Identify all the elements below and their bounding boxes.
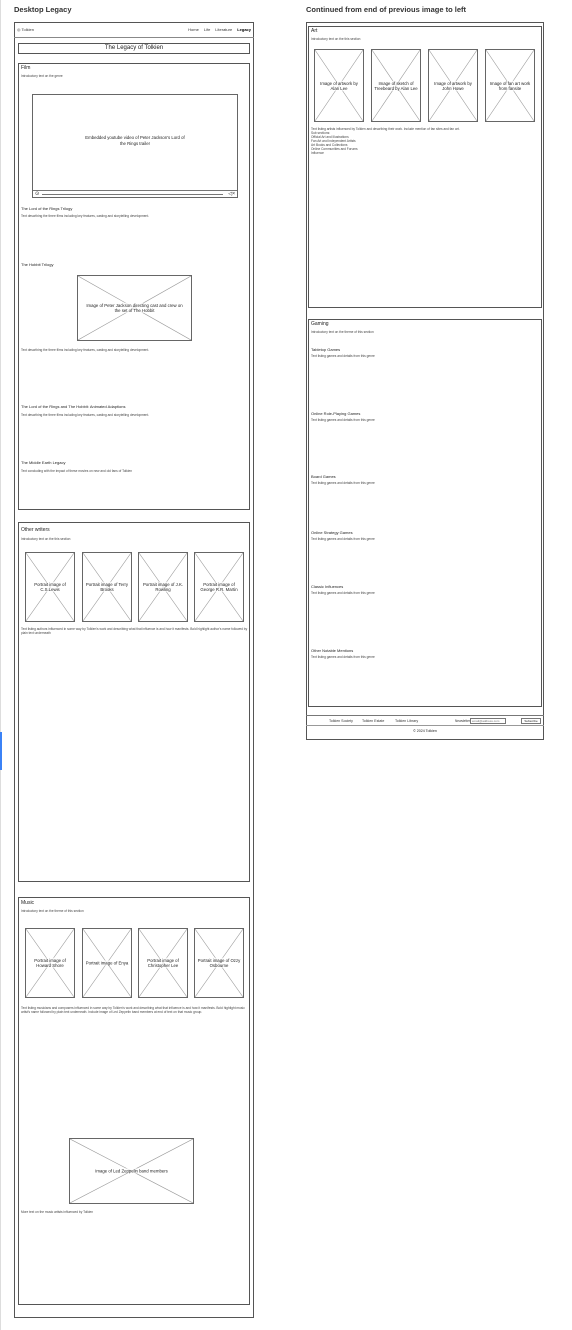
music-portrait: Portrait image of Enya [82, 928, 132, 998]
nav-bar: ◎ Tolkien Home Life Literature Legacy [14, 22, 254, 38]
legacy-text: Text concluding with the impact of these… [21, 469, 133, 473]
art-image: Image of sketch of Treebeard by Alan Lee [371, 49, 421, 122]
nav-links: Home Life Literature Legacy [183, 27, 251, 32]
music-intro: Introductory text on the theme of this s… [21, 909, 84, 913]
gaming-heading: Online Strategy Games [311, 530, 353, 535]
animated-heading: The Lord of the Rings and The Hobbit: An… [21, 404, 126, 409]
gaming-title: Gaming [311, 321, 329, 327]
newsletter-label: Newsletter [455, 719, 471, 723]
page-title: The Legacy of Tolkien [18, 43, 250, 54]
hobbit-heading: The Hobbit Trilogy [21, 262, 54, 267]
gaming-heading: Online Role-Playing Games [311, 411, 361, 416]
art-image-label: Image of artwork by John Howe [429, 80, 477, 91]
film-title: Film [21, 65, 31, 71]
footer-bar: Tolkien Society Tolkien Estate Tolkien L… [306, 715, 544, 726]
music-portrait: Portrait image of Ozzy Osbourne [194, 928, 244, 998]
hobbit-image-label: Image of Peter Jackson directing cast an… [78, 302, 191, 314]
gaming-heading: Other Notable Mentions [311, 648, 354, 653]
gaming-heading: Classic Influences [311, 584, 344, 589]
art-image-label: Image of sketch of Treebeard by Alan Lee [372, 80, 420, 91]
writer-portrait: Portrait image of Terry Brooks [82, 552, 132, 622]
art-section: Art Introductory text on the this sectio… [308, 26, 542, 308]
writers-text: Text listing authors influenced in some … [21, 627, 248, 635]
lotr-heading: The Lord of the Rings Trilogy [21, 206, 73, 211]
continued-heading: Continued from end of previous image to … [306, 5, 467, 14]
art-text-line: Influence [311, 151, 324, 155]
gaming-text: Text listing games and details from this… [311, 418, 375, 422]
legacy-heading: The Middle Earth Legacy [21, 460, 66, 465]
gaming-section: Gaming Introductory text on the theme of… [308, 319, 542, 707]
gaming-heading: Tabletop Games [311, 347, 341, 352]
newsletter-email-input[interactable] [470, 718, 506, 724]
nav-link-literature[interactable]: Literature [215, 27, 232, 32]
writer-portrait: Portrait image of C.S.Lewis [25, 552, 75, 622]
writer-portrait-label: Portrait image of Terry Brooks [83, 581, 131, 593]
music-more-text: More text on the music artists influence… [21, 1210, 94, 1214]
selection-indicator [0, 732, 2, 770]
music-title: Music [21, 900, 35, 906]
writer-portrait-label: Portrait image of George R.R. Martin [195, 581, 243, 593]
gaming-intro: Introductory text on the theme of this s… [311, 330, 374, 334]
footer-link-tolkien-library[interactable]: Tolkien Library [395, 719, 418, 724]
art-text: Text listing artists influenced by Tolki… [311, 127, 539, 155]
volume-icon[interactable]: ◁× [228, 191, 235, 197]
music-portrait: Portrait image of Christopher Lee [138, 928, 188, 998]
writer-portrait: Portrait image of George R.R. Martin [194, 552, 244, 622]
music-section: Music Introductory text on the theme of … [18, 897, 250, 1305]
play-icon[interactable]: ⊙ [35, 191, 39, 197]
copyright: © 2024 Tolkien [413, 729, 437, 733]
logo-icon: ◎ [17, 27, 21, 32]
gaming-text: Text listing games and details from this… [311, 591, 375, 595]
music-text: Text listing musicians and composers inf… [21, 1006, 245, 1014]
music-portrait: Portrait image of Howard Shore [25, 928, 75, 998]
footer-link-tolkien-estate[interactable]: Tolkien Estate [362, 719, 384, 724]
art-image: Image of artwork by John Howe [428, 49, 478, 122]
art-title: Art [311, 28, 318, 34]
video-placeholder-label: Embedded youtube video of Peter Jackson'… [85, 135, 185, 146]
gaming-text: Text listing games and details from this… [311, 354, 375, 358]
led-zeppelin-image: Image of Led Zeppelin band members [69, 1138, 194, 1204]
canvas-left-edge [0, 0, 1, 1330]
writer-portrait-label: Portrait image of J.K. Rowling [139, 581, 187, 593]
subscribe-button[interactable]: Subscribe [521, 718, 541, 724]
lotr-text: Text describing the three films includin… [21, 214, 150, 218]
music-portrait-label: Portrait image of Christopher Lee [139, 957, 187, 969]
art-image-label: Image of artwork by Alan Lee [315, 80, 363, 91]
video-progress-bar[interactable] [42, 194, 223, 195]
hobbit-set-image: Image of Peter Jackson directing cast an… [77, 275, 192, 341]
writers-intro: Introductory text on the this section [21, 537, 71, 541]
desktop-legacy-heading: Desktop Legacy [14, 5, 72, 14]
art-intro: Introductory text on the this section [311, 37, 361, 41]
art-image: Image of fan art work from fansite [485, 49, 535, 122]
film-section: Film Introductory text on the genre Embe… [18, 63, 250, 510]
nav-link-legacy[interactable]: Legacy [237, 27, 251, 32]
film-intro: Introductory text on the genre [21, 74, 63, 78]
nav-link-home[interactable]: Home [188, 27, 199, 32]
footer-link-tolkien-society[interactable]: Tolkien Society [329, 719, 353, 724]
led-zeppelin-label: Image of Led Zeppelin band members [70, 1168, 193, 1174]
gaming-heading: Board Games [311, 474, 336, 479]
art-image-label: Image of fan art work from fansite [486, 80, 534, 91]
writer-portrait: Portrait image of J.K. Rowling [138, 552, 188, 622]
writers-title: Other writers [21, 527, 50, 533]
logo[interactable]: ◎ Tolkien [17, 27, 34, 32]
music-portrait-label: Portrait image of Howard Shore [26, 957, 74, 969]
gaming-text: Text listing games and details from this… [311, 537, 375, 541]
hobbit-text: Text describing the three films includin… [21, 348, 150, 352]
video-controls: ⊙ ◁× [33, 190, 237, 197]
video-embed[interactable]: Embedded youtube video of Peter Jackson'… [32, 94, 238, 198]
gaming-text: Text listing games and details from this… [311, 655, 375, 659]
logo-text: Tolkien [21, 27, 34, 32]
writers-section: Other writers Introductory text on the t… [18, 522, 250, 882]
nav-link-life[interactable]: Life [204, 27, 210, 32]
music-portrait-label: Portrait image of Enya [83, 960, 131, 966]
gaming-text: Text listing games and details from this… [311, 481, 375, 485]
animated-text: Text describing the three films includin… [21, 413, 150, 417]
art-image: Image of artwork by Alan Lee [314, 49, 364, 122]
writer-portrait-label: Portrait image of C.S.Lewis [26, 581, 74, 593]
music-portrait-label: Portrait image of Ozzy Osbourne [195, 957, 243, 969]
